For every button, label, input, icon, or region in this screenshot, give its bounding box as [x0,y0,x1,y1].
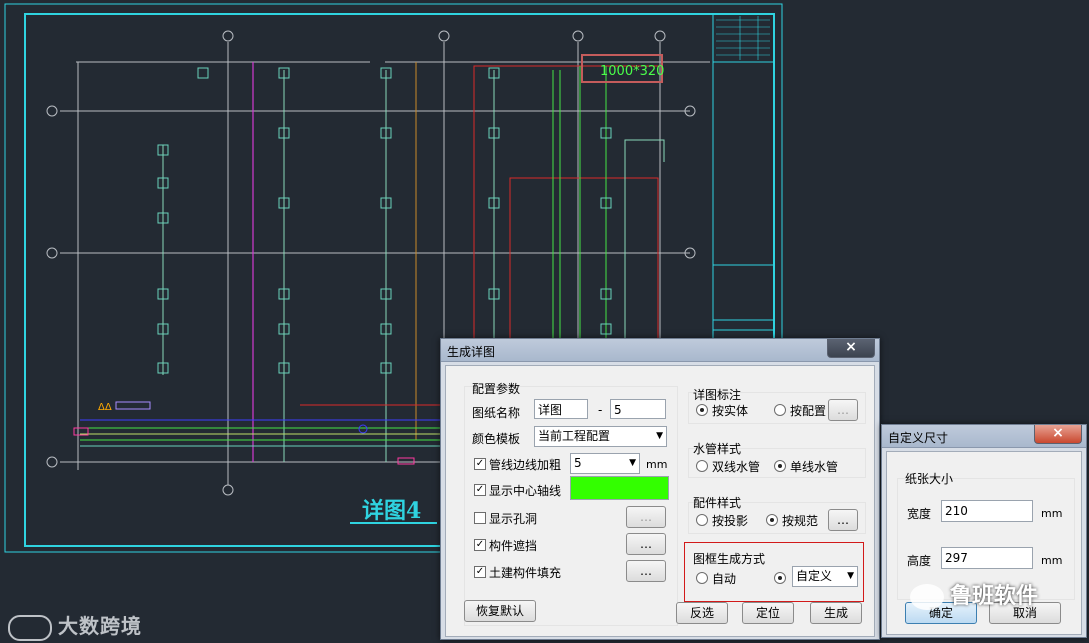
watermark-right: 鲁班软件 [910,578,1038,610]
close-icon: × [845,339,857,355]
by-entity-label: 按实体 [712,404,749,418]
hole-label: 显示孔洞 [489,512,538,526]
sheet-index-input[interactable]: 5 [610,399,666,419]
custom-size-close-button[interactable]: × [1034,425,1082,444]
close-icon: × [1052,425,1064,441]
color-template-select[interactable]: 当前工程配置 ▼ [534,426,667,447]
center-axis-label: 显示中心轴线 [489,484,562,498]
projection-label: 按投影 [712,514,749,528]
center-axis-color-swatch[interactable] [570,476,669,500]
occlusion-more-button[interactable]: … [626,533,666,555]
hole-more-button[interactable]: … [626,506,666,528]
reverse-button[interactable]: 反选 [676,602,728,624]
watermark-left: 大数跨境 [8,610,142,641]
frame-mode-group-title: 图框生成方式 [693,552,766,566]
sheet-name-input[interactable]: 详图 [534,399,588,419]
detail-title-label: 详图4 [362,498,421,524]
thick-edge-value: 5 [574,456,582,470]
standard-label: 按规范 [782,514,819,528]
standard-radio[interactable] [766,514,778,526]
duct-dimension-label: 1000*320 [600,64,664,79]
by-entity-radio[interactable] [696,404,708,416]
dialog-body: 配置参数 图纸名称 详图 - 5 颜色模板 当前工程配置 ▼ ✓ 管线边线加粗 5… [445,365,875,637]
brand-logo-icon [8,614,52,641]
civil-fill-checkbox[interactable]: ✓ [474,566,486,578]
chevron-down-icon: ▼ [629,458,636,468]
width-input[interactable]: 210 [941,500,1033,522]
frame-custom-value: 自定义 [796,569,833,583]
occlusion-checkbox[interactable]: ✓ [474,539,486,551]
by-config-radio[interactable] [774,404,786,416]
restore-default-button[interactable]: 恢复默认 [464,600,536,622]
color-template-value: 当前工程配置 [538,429,611,443]
watermark-right-text: 鲁班软件 [950,584,1039,609]
fitting-more-button[interactable]: … [828,509,858,531]
chevron-down-icon: ▼ [847,571,854,581]
watermark-left-text: 大数跨境 [58,614,142,638]
thick-edge-unit: mm [646,458,668,471]
frame-custom-select[interactable]: 自定义 ▼ [792,566,858,587]
height-unit: mm [1041,554,1063,567]
dialog-title: 生成详图 [447,345,496,359]
dialog-titlebar[interactable]: 生成详图 × [441,339,879,362]
config-group-title: 配置参数 [472,382,521,396]
double-pipe-label: 双线水管 [712,460,761,474]
double-pipe-radio[interactable] [696,460,708,472]
paper-size-group-title: 纸张大小 [905,472,954,486]
height-input[interactable]: 297 [941,547,1033,569]
locate-button[interactable]: 定位 [742,602,794,624]
color-template-label: 颜色模板 [472,432,521,446]
generate-detail-dialog: 生成详图 × 配置参数 图纸名称 详图 - 5 颜色模板 当前工程配置 ▼ ✓ 管… [440,338,880,640]
chevron-down-icon: ▼ [656,431,663,441]
center-axis-checkbox[interactable]: ✓ [474,484,486,496]
custom-size-title: 自定义尺寸 [888,431,949,445]
height-label: 高度 [907,554,932,568]
hole-checkbox[interactable] [474,512,486,524]
generate-button[interactable]: 生成 [810,602,862,624]
width-unit: mm [1041,507,1063,520]
frame-auto-label: 自动 [712,572,737,586]
thick-edge-label: 管线边线加粗 [489,458,562,472]
by-config-label: 按配置 [790,404,827,418]
thick-edge-checkbox[interactable]: ✓ [474,458,486,470]
close-button[interactable]: × [827,339,875,358]
width-label: 宽度 [907,507,932,521]
annotation-group-title: 详图标注 [693,388,742,402]
thick-edge-select[interactable]: 5 ▼ [570,453,640,474]
pipe-style-group-title: 水管样式 [693,442,742,456]
wechat-icon [910,584,944,610]
annotation-more-button[interactable]: … [828,399,858,421]
svg-text:ΔΔ: ΔΔ [98,402,112,413]
single-pipe-radio[interactable] [774,460,786,472]
civil-fill-label: 土建构件填充 [489,566,562,580]
frame-auto-radio[interactable] [696,572,708,584]
sheet-name-label: 图纸名称 [472,406,521,420]
fitting-style-group-title: 配件样式 [693,496,742,510]
custom-size-titlebar[interactable]: 自定义尺寸 × [882,425,1086,448]
frame-custom-radio[interactable] [774,572,786,584]
single-pipe-label: 单线水管 [790,460,839,474]
projection-radio[interactable] [696,514,708,526]
sheet-name-separator: - [598,403,603,417]
occlusion-label: 构件遮挡 [489,539,538,553]
civil-fill-more-button[interactable]: … [626,560,666,582]
